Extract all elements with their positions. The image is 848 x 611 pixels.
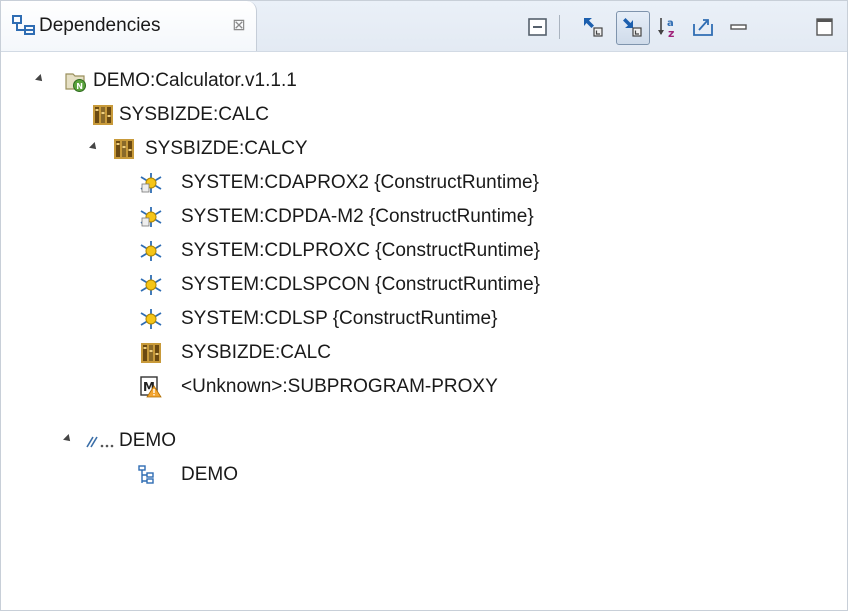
tree-node-label: SYSTEM:CDLSP {ConstructRuntime} — [181, 308, 498, 329]
runtime-object-icon — [139, 307, 163, 331]
tree-node-label: SYSTEM:CDAPROX2 {ConstructRuntime} — [181, 172, 539, 193]
show-callers-icon[interactable] — [581, 15, 605, 39]
runtime-object-icon — [139, 171, 163, 195]
view-tab-bar: Dependencies ⊠ a z — [1, 1, 847, 52]
runtime-object-icon — [139, 239, 163, 263]
collapse-all-icon[interactable] — [526, 15, 550, 39]
export-icon[interactable] — [691, 15, 715, 39]
tree-node-label: SYSTEM:CDLPROXC {ConstructRuntime} — [181, 240, 541, 261]
library-icon — [112, 137, 136, 161]
close-icon[interactable]: ⊠ — [229, 14, 249, 38]
toolbar-separator — [559, 15, 560, 39]
tree-node-label: SYSBIZDE:CALCY — [145, 138, 308, 159]
expand-triangle-icon[interactable] — [89, 142, 99, 152]
tree-node[interactable]: SYSTEM:CDLSPCON {ConstructRuntime} — [1, 268, 841, 302]
tree-node[interactable]: M <Unknown>:SUBPROGRAM-PROXY — [1, 370, 841, 404]
tree-node-label: DEMO — [181, 464, 238, 485]
minimize-icon[interactable] — [727, 15, 751, 39]
tree-node[interactable]: SYSTEM:CDLSP {ConstructRuntime} — [1, 302, 841, 336]
tree-node-label: SYSTEM:CDPDA-M2 {ConstructRuntime} — [181, 206, 534, 227]
tree-node[interactable]: SYSTEM:CDPDA-M2 {ConstructRuntime} — [1, 200, 841, 234]
natural-project-icon: N — [64, 69, 88, 93]
tree-node-label: DEMO — [119, 430, 176, 451]
tree-node[interactable]: SYSBIZDE:CALC — [1, 336, 841, 370]
expand-triangle-icon[interactable] — [35, 74, 45, 84]
server-icon — [85, 429, 114, 453]
tree-node-label: <Unknown>:SUBPROGRAM-PROXY — [181, 376, 498, 397]
expand-triangle-icon[interactable] — [63, 434, 73, 444]
tree-node-root[interactable]: N DEMO:Calculator.v1.1.1 — [1, 64, 841, 98]
maximize-icon[interactable] — [813, 15, 837, 39]
dependencies-view: Dependencies ⊠ a z N DEMO:Calculator.v1.… — [0, 0, 848, 611]
tree-node-label: SYSBIZDE:CALC — [119, 104, 269, 125]
tree-node[interactable]: SYSBIZDE:CALC — [1, 98, 841, 132]
tree-node-label: DEMO:Calculator.v1.1.1 — [93, 70, 297, 91]
svg-text:N: N — [76, 82, 83, 91]
runtime-object-icon — [139, 205, 163, 229]
tree-node[interactable]: DEMO — [1, 424, 841, 458]
tab-dependencies[interactable]: Dependencies ⊠ — [1, 1, 257, 51]
svg-text:z: z — [668, 27, 674, 39]
sort-alphabetically-icon[interactable]: a z — [657, 15, 681, 39]
show-callees-icon[interactable] — [620, 15, 644, 39]
tree-node-label: SYSBIZDE:CALC — [181, 342, 331, 363]
tab-title: Dependencies — [39, 15, 161, 36]
tree-node[interactable]: SYSTEM:CDLPROXC {ConstructRuntime} — [1, 234, 841, 268]
hierarchy-icon — [135, 463, 159, 487]
library-icon — [139, 341, 163, 365]
tree-node[interactable]: SYSBIZDE:CALCY — [1, 132, 841, 166]
tree-node[interactable]: DEMO — [1, 458, 841, 492]
runtime-object-icon — [139, 273, 163, 297]
dependencies-icon — [12, 14, 36, 38]
module-warning-icon: M — [139, 375, 163, 399]
tree-node-label: SYSTEM:CDLSPCON {ConstructRuntime} — [181, 274, 541, 295]
library-icon — [91, 103, 115, 127]
tree-node[interactable]: SYSTEM:CDAPROX2 {ConstructRuntime} — [1, 166, 841, 200]
